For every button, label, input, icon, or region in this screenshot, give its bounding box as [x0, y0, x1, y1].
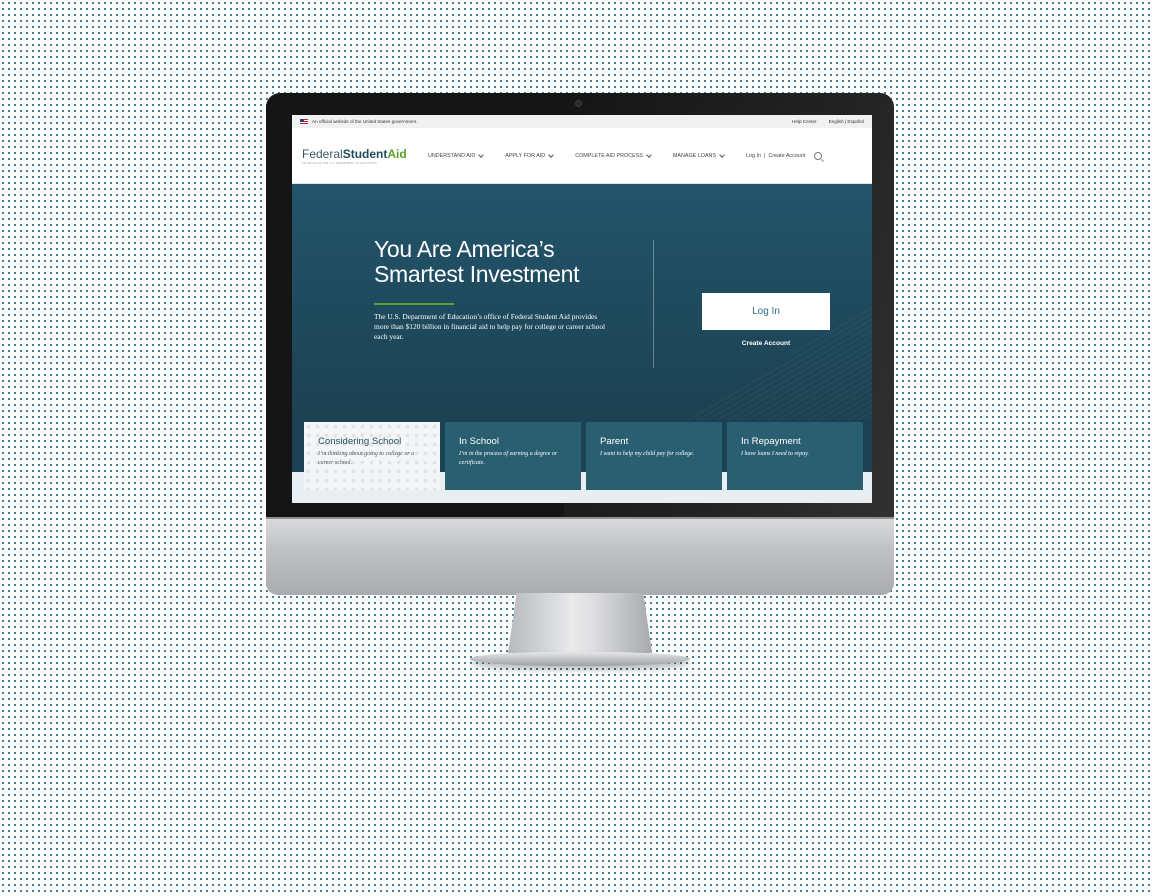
hero-accent-line: [374, 303, 454, 305]
chevron-down-icon: [646, 151, 652, 158]
nav-create-account-link[interactable]: Create Account: [768, 153, 805, 159]
fsa-logo[interactable]: FederalStudentAid AN OFFICE OF THE U.S. …: [302, 146, 407, 165]
us-flag-icon: [300, 119, 308, 124]
monitor-stand: [508, 593, 652, 653]
card-title: In School: [459, 436, 500, 447]
monitor-chin: [266, 517, 894, 595]
card-in-repayment[interactable]: In Repayment I have loans I need to repa…: [727, 422, 863, 490]
hero-section: You Are America’s Smartest Investment The…: [292, 184, 872, 420]
hero-login-button[interactable]: Log In: [702, 293, 830, 330]
hero-title-line2: Smartest Investment: [374, 261, 580, 287]
nav-item-manage-loans[interactable]: MANAGE LOANS: [672, 151, 725, 159]
gov-banner: An official website of the United States…: [292, 115, 872, 128]
card-description: I’m in the process of earning a degree o…: [459, 451, 558, 466]
chevron-down-icon: [548, 151, 555, 158]
hero-title-line1: You Are America’s: [374, 236, 555, 262]
card-title: Parent: [600, 436, 629, 447]
monitor-base: [470, 652, 690, 666]
main-navigation: FederalStudentAid AN OFFICE OF THE U.S. …: [292, 128, 872, 184]
card-considering-school[interactable]: Considering School I’m thinking about go…: [304, 422, 440, 490]
nav-item-label: UNDERSTAND AID: [428, 152, 476, 159]
logo-federal-text: Federal: [302, 146, 343, 161]
nav-item-label: COMPLETE AID PROCESS: [575, 152, 643, 159]
browser-screen: An official website of the United States…: [292, 115, 872, 503]
card-title: In Repayment: [741, 436, 801, 447]
hero-divider: [653, 240, 654, 368]
card-in-school[interactable]: In School I’m in the process of earning …: [445, 422, 581, 490]
nav-menu: UNDERSTAND AID APPLY FOR AID COMPLETE AI…: [428, 151, 725, 159]
card-title: Considering School: [318, 436, 402, 447]
nav-item-complete-aid-process[interactable]: COMPLETE AID PROCESS: [575, 151, 652, 159]
card-description: I’m thinking about going to college or a…: [318, 451, 415, 466]
gov-banner-text: An official website of the United States…: [312, 119, 418, 124]
nav-separator: |: [764, 152, 766, 159]
audience-cards-section: Considering School I’m thinking about go…: [292, 420, 872, 503]
nav-login-link[interactable]: Log In: [746, 153, 761, 159]
card-description: I want to help my child pay for college.: [600, 451, 695, 457]
nav-item-apply-for-aid[interactable]: APPLY FOR AID: [505, 151, 555, 159]
card-parent[interactable]: Parent I want to help my child pay for c…: [586, 422, 722, 490]
account-links: Log In | Create Account: [746, 151, 823, 160]
card-description: I have loans I need to repay.: [741, 451, 809, 457]
logo-aid-text: Aid: [387, 146, 407, 161]
chevron-down-icon: [478, 151, 485, 158]
nav-item-understand-aid[interactable]: UNDERSTAND AID: [428, 151, 485, 159]
search-icon[interactable]: [814, 151, 823, 160]
nav-item-label: MANAGE LOANS: [672, 152, 717, 159]
nav-item-label: APPLY FOR AID: [505, 152, 546, 159]
chevron-down-icon: [719, 151, 725, 158]
camera-icon: [575, 100, 582, 107]
hero-create-account-link[interactable]: Create Account: [702, 340, 830, 347]
language-toggle[interactable]: English | Español: [829, 119, 864, 124]
hero-description: The U.S. Department of Education’s offic…: [374, 312, 606, 341]
hero-title: You Are America’s Smartest Investment: [374, 236, 580, 287]
logo-tagline: AN OFFICE OF THE U.S. DEPARTMENT OF EDUC…: [302, 161, 377, 165]
audience-cards: Considering School I’m thinking about go…: [304, 422, 863, 490]
help-center-link[interactable]: Help Center: [792, 119, 817, 124]
logo-student-text: Student: [342, 146, 388, 161]
